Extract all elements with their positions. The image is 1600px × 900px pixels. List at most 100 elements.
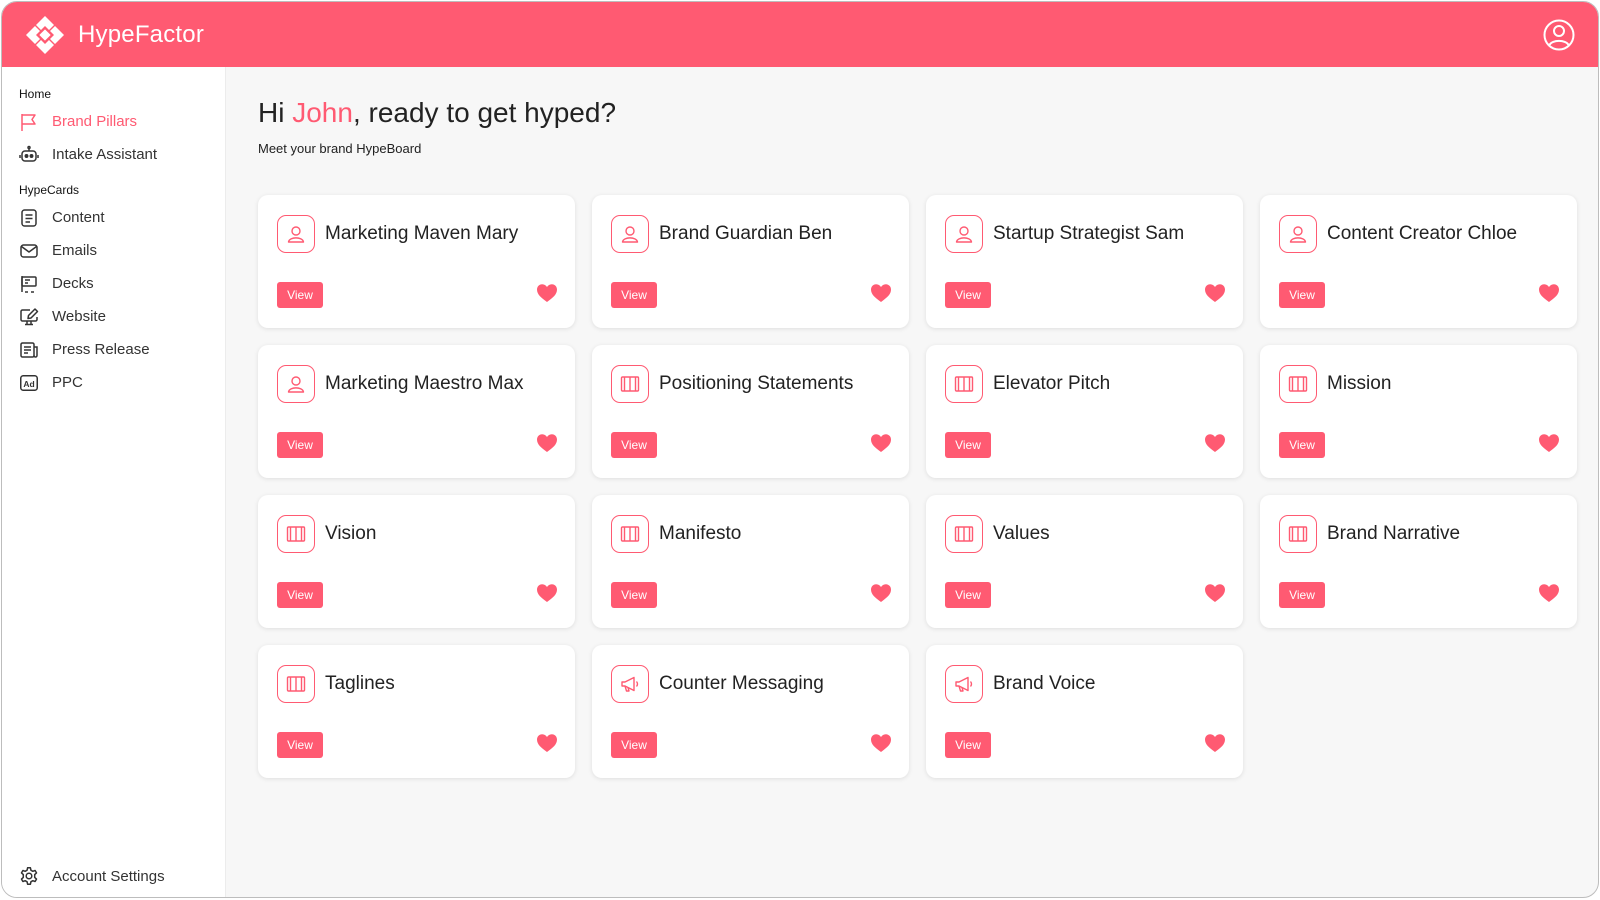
card-icon-frame <box>611 665 649 703</box>
hypecard-values[interactable]: Values View <box>926 495 1243 628</box>
view-button[interactable]: View <box>945 582 991 608</box>
heart-icon[interactable] <box>536 283 558 303</box>
user-icon <box>1289 226 1307 243</box>
heart-icon[interactable] <box>1204 733 1226 753</box>
app-window: HypeFactor Home Brand Pillars Intake Ass… <box>1 1 1599 898</box>
brand[interactable]: HypeFactor <box>24 14 204 56</box>
sidebar-item-ppc[interactable]: Ad PPC <box>2 366 225 399</box>
hypecard-manifesto[interactable]: Manifesto View <box>592 495 909 628</box>
hypecard-grid: Marketing Maven Mary View Brand Guardian … <box>258 195 1577 778</box>
view-button[interactable]: View <box>611 582 657 608</box>
view-button[interactable]: View <box>945 432 991 458</box>
hypecard-brand-narrative[interactable]: Brand Narrative View <box>1260 495 1577 628</box>
sidebar-item-label: Content <box>52 209 105 226</box>
sidebar-item-decks[interactable]: Decks <box>2 267 225 300</box>
profile-icon[interactable] <box>1542 18 1576 52</box>
view-button[interactable]: View <box>277 582 323 608</box>
flag-icon <box>21 113 36 131</box>
heart-icon[interactable] <box>1204 433 1226 453</box>
view-button[interactable]: View <box>277 732 323 758</box>
user-icon <box>287 226 305 243</box>
monitor-edit-icon <box>20 307 39 325</box>
card-title: Counter Messaging <box>659 673 824 694</box>
view-button[interactable]: View <box>1279 432 1325 458</box>
sidebar-item-label: Press Release <box>52 341 150 358</box>
sidebar-item-brand-pillars[interactable]: Brand Pillars <box>2 105 225 138</box>
sidebar-item-content[interactable]: Content <box>2 201 225 234</box>
card-icon-frame <box>945 515 983 553</box>
view-button[interactable]: View <box>277 282 323 308</box>
sidebar-item-emails[interactable]: Emails <box>2 234 225 267</box>
megaphone-icon <box>955 676 973 692</box>
card-title: Content Creator Chloe <box>1327 223 1518 244</box>
view-button[interactable]: View <box>611 282 657 308</box>
hypecard-brand-guardian-ben[interactable]: Brand Guardian Ben View <box>592 195 909 328</box>
heart-icon[interactable] <box>870 283 892 303</box>
hypecard-elevator-pitch[interactable]: Elevator Pitch View <box>926 345 1243 478</box>
hypecard-marketing-maven-mary[interactable]: Marketing Maven Mary View <box>258 195 575 328</box>
greeting-suffix: , ready to get hyped? <box>352 97 617 128</box>
gear-icon <box>20 867 38 885</box>
hypecard-content-creator-chloe[interactable]: Content Creator Chloe View <box>1260 195 1577 328</box>
card-icon-frame <box>945 215 983 253</box>
view-button[interactable]: View <box>1279 582 1325 608</box>
hypecard-vision[interactable]: Vision View <box>258 495 575 628</box>
sidebar-item-label: Emails <box>52 242 98 259</box>
sidebar-item-press-release[interactable]: Press Release <box>2 333 225 366</box>
book-icon <box>620 526 640 542</box>
card-icon-frame <box>1279 215 1317 253</box>
heart-icon[interactable] <box>536 433 558 453</box>
sidebar: Home Brand Pillars Intake Assistant Hype… <box>2 67 226 897</box>
hypecard-counter-messaging[interactable]: Counter Messaging View <box>592 645 909 778</box>
hypecard-startup-strategist-sam[interactable]: Startup Strategist Sam View <box>926 195 1243 328</box>
greeting-prefix: Hi <box>258 97 293 128</box>
sidebar-item-label: Decks <box>52 275 94 292</box>
card-title: Marketing Maven Mary <box>325 223 519 244</box>
heart-icon[interactable] <box>536 583 558 603</box>
card-title: Values <box>993 523 1050 544</box>
heart-icon[interactable] <box>870 733 892 753</box>
view-button[interactable]: View <box>277 432 323 458</box>
hypecard-brand-voice[interactable]: Brand Voice View <box>926 645 1243 778</box>
sidebar-item-label: Website <box>52 308 106 325</box>
heart-icon[interactable] <box>1538 283 1560 303</box>
card-icon-frame <box>1279 365 1317 403</box>
hypecard-positioning-statements[interactable]: Positioning Statements View <box>592 345 909 478</box>
heart-icon[interactable] <box>536 733 558 753</box>
view-button[interactable]: View <box>945 282 991 308</box>
heart-icon[interactable] <box>870 433 892 453</box>
card-icon-frame <box>277 515 315 553</box>
hypecard-marketing-maestro-max[interactable]: Marketing Maestro Max View <box>258 345 575 478</box>
sidebar-item-intake-assistant[interactable]: Intake Assistant <box>2 138 225 171</box>
heart-icon[interactable] <box>870 583 892 603</box>
card-icon-frame <box>611 365 649 403</box>
view-button[interactable]: View <box>611 732 657 758</box>
hypefactor-logo-icon <box>26 15 64 54</box>
view-button[interactable]: View <box>1279 282 1325 308</box>
heart-icon[interactable] <box>1538 433 1560 453</box>
account-settings-button[interactable]: Account Settings <box>2 861 225 891</box>
card-title: Positioning Statements <box>659 373 854 394</box>
hypecard-mission[interactable]: Mission View <box>1260 345 1577 478</box>
ad-icon: Ad <box>20 374 38 391</box>
heart-icon[interactable] <box>1538 583 1560 603</box>
account-settings-label: Account Settings <box>52 867 165 885</box>
user-icon <box>621 226 639 243</box>
sidebar-item-website[interactable]: Website <box>2 300 225 333</box>
hypecard-taglines[interactable]: Taglines View <box>258 645 575 778</box>
card-icon-frame <box>611 215 649 253</box>
presentation-icon <box>21 275 37 293</box>
view-button[interactable]: View <box>611 432 657 458</box>
heart-icon[interactable] <box>1204 583 1226 603</box>
page-title: Hi John, ready to get hyped? <box>258 97 616 129</box>
top-bar: HypeFactor <box>2 2 1598 67</box>
heart-icon[interactable] <box>1204 283 1226 303</box>
newspaper-icon <box>20 341 38 358</box>
book-icon <box>286 526 306 542</box>
book-icon <box>620 376 640 392</box>
user-icon <box>287 376 305 393</box>
card-title: Brand Voice <box>993 673 1096 694</box>
sidebar-item-label: Intake Assistant <box>52 146 158 163</box>
book-icon <box>286 676 306 692</box>
view-button[interactable]: View <box>945 732 991 758</box>
